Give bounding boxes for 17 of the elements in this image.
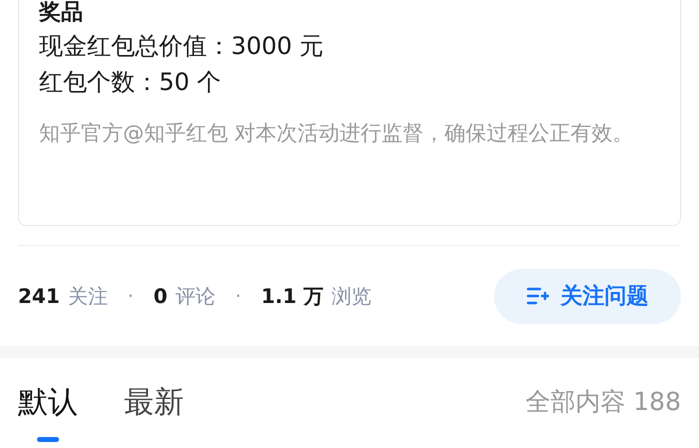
prize-detail: 现金红包总价值：3000 元 [39,31,325,62]
prize-detail: 红包个数：50 个 [39,67,222,98]
stat-label: 关注 [68,283,108,310]
content-count: 全部内容 188 [525,386,681,418]
follow-question-button[interactable]: 关注问题 [494,268,681,324]
tab[interactable]: 最新 [124,358,184,446]
prize-title: 奖品 [39,0,84,27]
supervision-note: 知乎官方@知乎红包 对本次活动进行监督，确保过程公正有效。 [39,120,635,147]
stat-value: 241 [18,283,60,310]
separator-dot: · [235,284,242,308]
stat-label: 评论 [175,283,216,310]
tab[interactable]: 默认 [18,358,78,446]
stat-value: 0 [153,283,168,310]
separator-dot: · [128,284,134,308]
stat-value: 1.1 万 [261,283,324,310]
add-list-icon [526,286,548,306]
stat-label: 浏览 [332,283,372,310]
